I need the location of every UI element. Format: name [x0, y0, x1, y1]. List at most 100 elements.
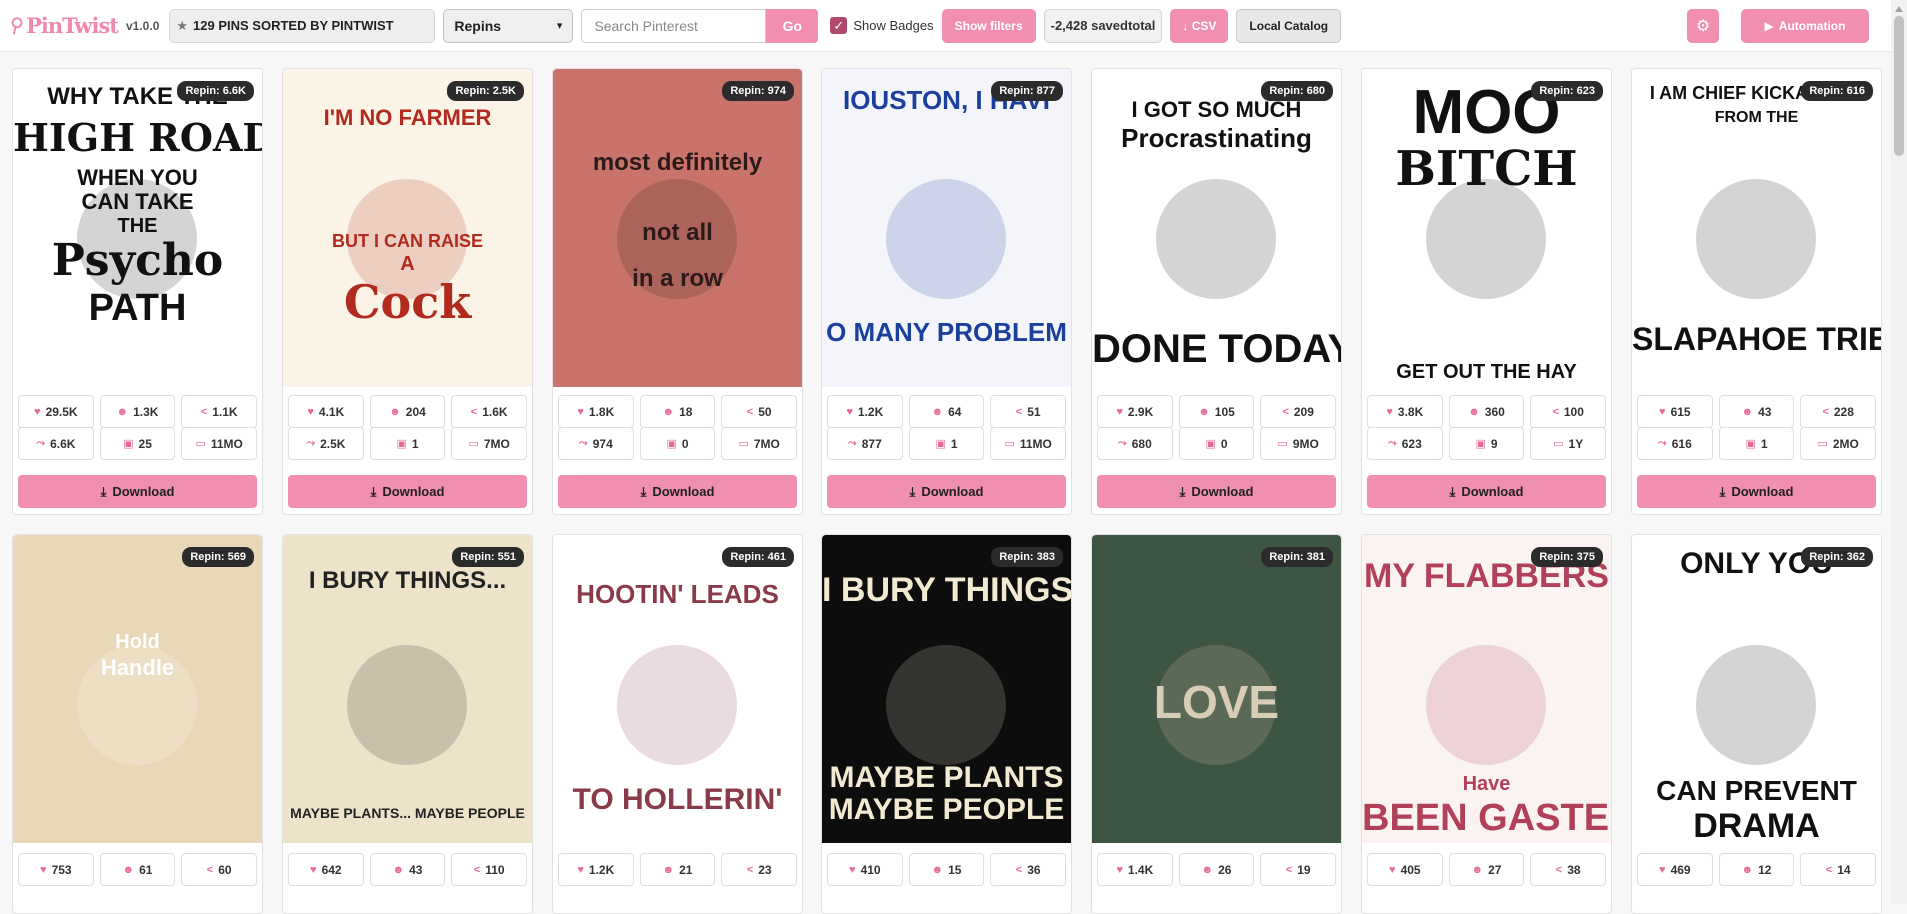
pin-image[interactable]: LOVE Repin: 381 — [1092, 535, 1341, 843]
reactions-stat-value: 12 — [1758, 862, 1772, 877]
pin-image[interactable]: HOOTIN' LEADS TO HOLLERIN' Repin: 461 — [553, 535, 802, 843]
pin-image[interactable]: most definitely not all in a row Repin: 974 — [553, 69, 802, 387]
version-label: v1.0.0 — [126, 18, 160, 33]
shares-stat-value: 36 — [1027, 862, 1041, 877]
share-icon: < — [1825, 863, 1833, 876]
pin-artwork-text: CAN TAKE — [81, 189, 194, 214]
comments-stat-value: 1 — [411, 436, 419, 451]
reaction-icon: ☻ — [392, 863, 405, 876]
download-button[interactable]: ⤓ Download — [558, 475, 797, 508]
pin-card: ONLY YOU CAN PREVENT DRAMA Repin: 362 ♥ 469 ☻ 1… — [1631, 534, 1882, 914]
age-stat: ▭ 1Y — [1530, 427, 1607, 460]
app-logo[interactable]: PinTwist — [10, 6, 119, 46]
download-button[interactable]: ⤓ Download — [288, 475, 527, 508]
pin-artwork-text: SLAPAHOE TRIBE — [1632, 321, 1881, 357]
pin-artwork: MY FLABBERS Have BEEN GASTED — [1362, 535, 1611, 843]
reactions-stat-value: 43 — [1758, 404, 1772, 419]
pin-artwork-text: MAYBE PEOPLE — [828, 793, 1065, 826]
comment-icon: ▣ — [1475, 438, 1486, 450]
reactions-stat: ☻ 18 — [639, 395, 716, 428]
pin-artwork: I BURY THINGS... MAYBE PLANTS... MAYBE PE… — [283, 535, 532, 843]
show-badges-toggle[interactable]: ✓ Show Badges — [830, 17, 934, 34]
repins-stat-value: 623 — [1401, 436, 1422, 451]
show-filters-button[interactable]: Show filters — [941, 8, 1036, 43]
shares-stat: <23 — [721, 853, 798, 886]
illustration-shape — [1696, 645, 1816, 765]
download-button[interactable]: ⤓ Download — [18, 475, 257, 508]
checkbox-icon[interactable]: ✓ — [830, 17, 848, 34]
pin-image[interactable]: I GOT SO MUCH Procrastinating DONE TODAY Re… — [1092, 69, 1341, 387]
download-label: Download — [921, 484, 984, 499]
page-scrollbar[interactable] — [1891, 0, 1907, 904]
automation-button[interactable]: ▶ Automation — [1741, 8, 1869, 43]
likes-stat-value: 3.8K — [1397, 404, 1424, 419]
likes-stat-value: 1.4K — [1127, 862, 1154, 877]
comment-icon: ▣ — [123, 438, 134, 450]
heart-icon: ♥ — [849, 863, 856, 876]
repin-badge: Repin: 569 — [182, 547, 254, 567]
pin-image[interactable]: I'M NO FARMER BUT I CAN RAISE A Cock Repin: … — [283, 69, 532, 387]
calendar-icon: ▭ — [468, 438, 479, 450]
pin-image[interactable]: IOUSTON, I HAVI O MANY PROBLEM Repin: 877 — [822, 69, 1071, 387]
pin-artwork-text: BITCH — [1395, 141, 1578, 197]
download-button[interactable]: ⤓ Download — [1097, 475, 1336, 508]
repin-icon: ⤳ — [306, 437, 316, 449]
pin-logo-icon — [11, 16, 23, 35]
settings-button[interactable]: ⚙ — [1687, 8, 1719, 43]
pin-artwork-text: FROM THE — [1714, 109, 1799, 126]
search-input[interactable]: Search Pinterest — [581, 8, 767, 43]
reaction-icon: ☻ — [1198, 405, 1210, 418]
share-icon: < — [206, 863, 214, 876]
shares-stat: <14 — [1800, 853, 1877, 886]
shares-stat-value: 1.6K — [482, 404, 508, 419]
share-icon: < — [1282, 405, 1289, 418]
sort-select[interactable]: Repins ▾ — [443, 8, 574, 43]
pin-stat-row: ♥ 4.1K ☻ 204 <1.6K — [288, 395, 528, 428]
calendar-icon: ▭ — [195, 438, 206, 450]
repin-badge: Repin: 877 — [991, 81, 1063, 101]
illustration-shape — [1156, 179, 1276, 299]
pin-image[interactable]: I BURY THINGS... MAYBE PLANTS... MAYBE PE… — [283, 535, 532, 843]
pin-artwork-text: BUT I CAN RAISE — [331, 231, 483, 251]
pin-image[interactable]: Hold Handle Repin: 569 — [13, 535, 262, 843]
heart-icon: ♥ — [1659, 405, 1666, 418]
download-button[interactable]: ⤓ Download — [827, 475, 1066, 508]
age-stat-value: 7MO — [753, 436, 780, 451]
go-button[interactable]: Go — [766, 8, 819, 43]
download-button[interactable]: ⤓ Download — [1367, 475, 1606, 508]
local-catalog-button[interactable]: Local Catalog — [1236, 8, 1342, 43]
age-stat: ▭ 11MO — [990, 427, 1067, 460]
age-stat: ▭ 7MO — [721, 427, 798, 460]
shares-stat: <110 — [451, 853, 528, 886]
pin-card: most definitely not all in a row Repin: 974… — [552, 68, 803, 515]
reactions-stat: ☻ 15 — [908, 853, 985, 886]
scroll-up-icon[interactable] — [1895, 6, 1903, 12]
heart-icon: ♥ — [1116, 863, 1123, 876]
pin-image[interactable]: ONLY YOU CAN PREVENT DRAMA Repin: 362 — [1632, 535, 1881, 843]
pin-image[interactable]: MY FLABBERS Have BEEN GASTED Repin: 375 — [1362, 535, 1611, 843]
pin-artwork-text: GET OUT THE HAY — [1396, 361, 1577, 383]
illustration-shape — [886, 179, 1006, 299]
pin-artwork-text: I BURY THINGS... — [308, 567, 507, 594]
reactions-stat: ☻ 43 — [1718, 395, 1795, 428]
logo-text: PinTwist — [26, 13, 119, 38]
reaction-icon: ☻ — [662, 405, 675, 418]
download-button[interactable]: ⤓ Download — [1637, 475, 1876, 508]
heart-icon: ♥ — [846, 405, 853, 418]
heart-icon: ♥ — [310, 863, 317, 876]
pin-image[interactable]: I BURY THINGS MAYBE PLANTS MAYBE PEOPLE Rep… — [822, 535, 1071, 843]
scrollbar-thumb[interactable] — [1894, 16, 1904, 156]
reaction-icon: ☻ — [931, 863, 944, 876]
pin-image[interactable]: WHY TAKE THEHIGH ROAD?WHEN YOUCAN TAKETH… — [13, 69, 262, 387]
reactions-stat-value: 26 — [1218, 862, 1232, 877]
pin-image[interactable]: I AM CHIEF KICKABITCH FROM THE SLAPAHOE TR… — [1632, 69, 1881, 387]
pin-image[interactable]: MOO BITCH GET OUT THE HAY Repin: 623 — [1362, 69, 1611, 387]
share-icon: < — [1015, 405, 1023, 418]
pin-artwork-text: I BURY THINGS — [822, 571, 1071, 609]
shares-stat: <100 — [1530, 395, 1607, 428]
likes-stat: ♥ 615 — [1637, 395, 1713, 428]
reaction-icon: ☻ — [1201, 863, 1214, 876]
likes-stat: ♥ 642 — [288, 853, 364, 886]
csv-button[interactable]: ↓ CSV — [1170, 8, 1229, 43]
likes-stat: ♥ 1.8K — [558, 395, 634, 428]
